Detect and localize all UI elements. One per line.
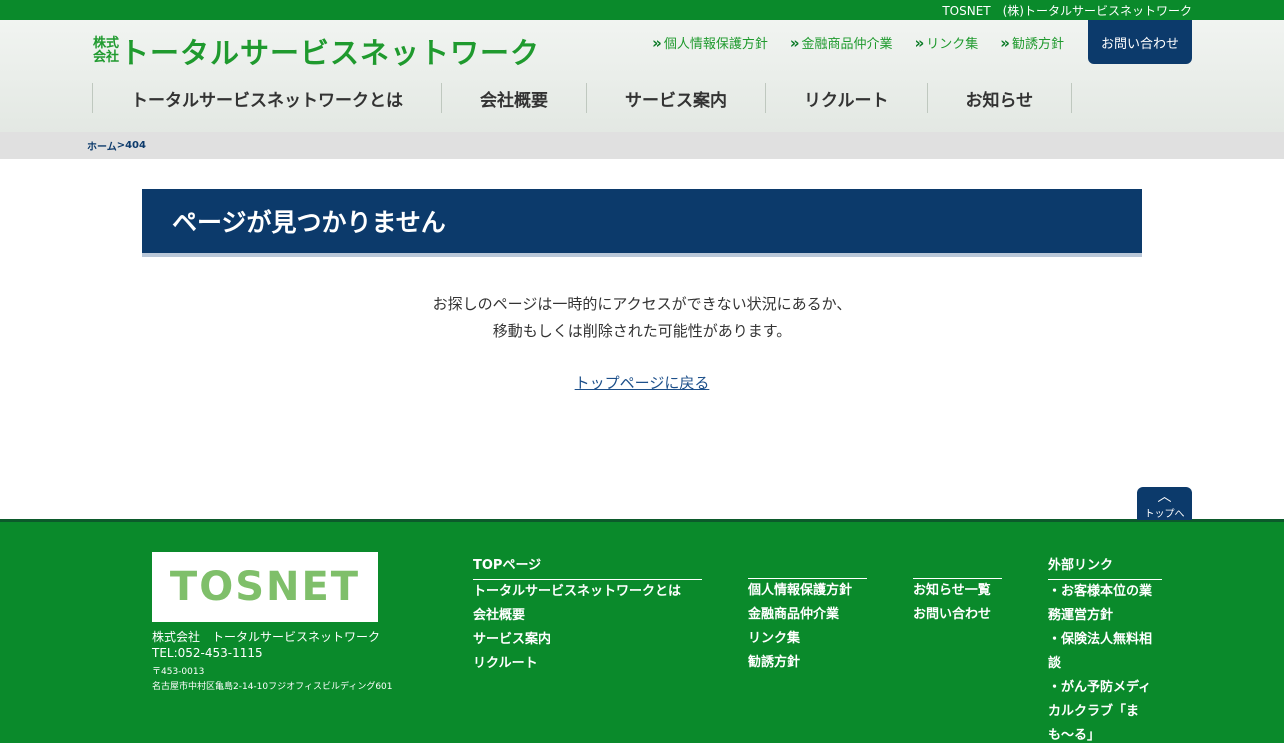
chevron-right-icon: » — [1000, 33, 1010, 52]
footer-link-company[interactable]: 会社概要 — [473, 604, 702, 628]
site-logo[interactable]: 株式会社 トータルサービスネットワーク — [92, 30, 540, 72]
chevron-right-icon: » — [914, 33, 925, 52]
footer-link-contact[interactable]: お問い合わせ — [913, 603, 1002, 627]
util-link-privacy[interactable]: » 個人情報保護方針 — [652, 33, 768, 53]
footer-col-news: お知らせ一覧 お問い合わせ — [913, 554, 1002, 627]
chevron-right-icon: » — [652, 33, 662, 52]
footer-col-divider — [913, 554, 1002, 579]
back-to-top-label: トップへ — [1144, 509, 1185, 520]
footer-link-top[interactable]: TOPページ — [473, 554, 702, 580]
footer-col-policy: 個人情報保護方針 金融商品仲介業 リンク集 勧誘方針 — [748, 554, 867, 675]
chevron-up-icon: ︿ — [1157, 489, 1172, 505]
breadcrumb-home[interactable]: ホーム — [87, 138, 117, 153]
breadcrumb-separator: > — [116, 140, 126, 151]
footer-col-external: 外部リンク ・お客様本位の業務運営方針 ・保険法人無料相談 ・がん予防メディカル… — [1048, 554, 1162, 743]
error-message-line1: お探しのページは一時的にアクセスができない状況にあるか、 — [432, 295, 852, 313]
util-link-links[interactable]: » リンク集 — [914, 33, 979, 53]
footer-col-main: TOPページ トータルサービスネットワークとは 会社概要 サービス案内 リクルー… — [473, 554, 702, 676]
breadcrumb: ホーム > 404 — [0, 132, 1284, 159]
util-link-solicitation[interactable]: » 勧誘方針 — [1000, 33, 1064, 53]
nav-item-recruit[interactable]: リクルート — [766, 83, 928, 113]
error-message-line2: 移動もしくは削除された可能性があります。 — [492, 322, 792, 340]
footer-link-cancer-club[interactable]: ・がん予防メディカルクラブ「まも〜る」 — [1048, 676, 1162, 743]
back-to-top-link[interactable]: トップページに戻る — [575, 374, 710, 392]
logo-small-text: 株式会社 — [92, 36, 119, 65]
footer-company-name: 株式会社 トータルサービスネットワーク — [152, 630, 381, 644]
nav-item-news[interactable]: お知らせ — [928, 83, 1073, 113]
footer-link-about[interactable]: トータルサービスネットワークとは — [473, 580, 702, 604]
top-bar: TOSNET (株)トータルサービスネットワーク — [0, 0, 1284, 20]
footer-link-news[interactable]: お知らせ一覧 — [913, 579, 1002, 603]
top-bar-text: TOSNET (株)トータルサービスネットワーク — [942, 3, 1192, 18]
contact-button[interactable]: お問い合わせ — [1088, 20, 1192, 64]
site-footer: TOSNET 株式会社 トータルサービスネットワーク TEL:052-453-1… — [0, 519, 1284, 743]
footer-link-insurance-consult[interactable]: ・保険法人無料相談 — [1048, 628, 1162, 676]
footer-link-recruit[interactable]: リクルート — [473, 652, 702, 676]
breadcrumb-current: 404 — [125, 140, 146, 151]
logo-main-text: トータルサービスネットワーク — [120, 36, 541, 70]
back-link-wrap: トップページに戻る — [0, 372, 1284, 393]
back-to-top-button[interactable]: ︿ トップへ — [1137, 487, 1192, 520]
footer-link-solicitation[interactable]: 勧誘方針 — [748, 651, 867, 675]
util-link-brokerage[interactable]: » 金融商品仲介業 — [789, 33, 893, 53]
site-header: 株式会社 トータルサービスネットワーク » 個人情報保護方針 » 金融商品仲介業 »… — [0, 20, 1284, 132]
footer-link-links[interactable]: リンク集 — [748, 627, 867, 651]
footer-tel: TEL:052-453-1115 — [152, 646, 263, 660]
chevron-right-icon: » — [789, 33, 800, 52]
footer-address-line: 名古屋市中村区亀島2-14-10フジオフィスビルディング601 — [152, 682, 393, 692]
footer-link-customer-policy[interactable]: ・お客様本位の業務運営方針 — [1048, 580, 1162, 628]
footer-link-services[interactable]: サービス案内 — [473, 628, 702, 652]
nav-item-services[interactable]: サービス案内 — [587, 83, 766, 113]
footer-logo[interactable]: TOSNET — [152, 552, 378, 622]
footer-link-privacy[interactable]: 個人情報保護方針 — [748, 579, 867, 603]
error-message: お探しのページは一時的にアクセスができない状況にあるか、 移動もしくは削除された… — [0, 291, 1284, 345]
main-content: ページが見つかりません お探しのページは一時的にアクセスができない状況にあるか、… — [0, 159, 1284, 521]
footer-address: 〒453-0013 名古屋市中村区亀島2-14-10フジオフィスビルディング60… — [152, 665, 393, 695]
utility-nav: » 個人情報保護方針 » 金融商品仲介業 » リンク集 » 勧誘方針 — [652, 33, 1064, 53]
footer-link-brokerage[interactable]: 金融商品仲介業 — [748, 603, 867, 627]
footer-zip: 〒453-0013 — [152, 667, 205, 677]
footer-col-divider — [748, 554, 867, 579]
page-title: ページが見つかりません — [142, 189, 1142, 257]
footer-logo-text: TOSNET — [169, 564, 361, 610]
footer-external-heading: 外部リンク — [1048, 554, 1162, 580]
nav-item-company[interactable]: 会社概要 — [442, 83, 587, 113]
main-nav: トータルサービスネットワークとは 会社概要 サービス案内 リクルート お知らせ — [92, 83, 1073, 113]
nav-item-about[interactable]: トータルサービスネットワークとは — [93, 83, 442, 113]
